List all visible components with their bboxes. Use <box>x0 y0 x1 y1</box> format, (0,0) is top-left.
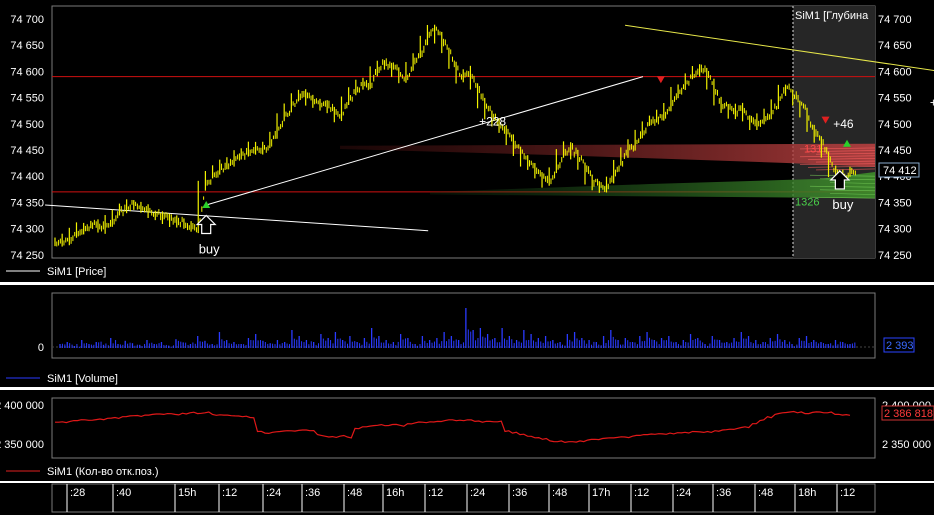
time-tick-label: :48 <box>347 487 362 499</box>
depth-volume-label: 1326 <box>795 196 819 208</box>
price-y-tick-left: 74 700 <box>10 14 44 26</box>
time-tick-label: :48 <box>758 487 773 499</box>
volume-legend: SiM1 [Volume] <box>47 373 118 385</box>
price-panel: SiM1 [Глубина 74 700 74 700 74 650 74 650 74… <box>6 5 934 278</box>
profit-label: +46 <box>833 117 854 131</box>
profit-label: +34 <box>930 95 934 109</box>
oi-y-tick-right: 2 350 000 <box>882 439 931 451</box>
price-y-tick-right: 74 500 <box>878 119 912 131</box>
time-tick-label: :36 <box>716 487 731 499</box>
price-y-tick-left: 74 600 <box>10 66 44 78</box>
time-tick-label: :12 <box>634 487 649 499</box>
volume-plot-border <box>51 292 876 359</box>
price-y-tick-right: 74 450 <box>878 145 912 157</box>
volume-panel: 0 2 393 SiM1 [Volume] <box>6 292 915 385</box>
time-tick-label: 17h <box>592 487 610 499</box>
price-y-tick-right: 74 650 <box>878 40 912 52</box>
panel-separator-1 <box>0 282 934 285</box>
time-tick-label: :28 <box>70 487 85 499</box>
price-y-tick-left: 74 500 <box>10 119 44 131</box>
time-tick-label: :12 <box>428 487 443 499</box>
price-y-tick-left: 74 250 <box>10 250 44 262</box>
price-y-tick-right: 74 250 <box>878 250 912 262</box>
depth-volume-label: 131 <box>804 143 822 155</box>
buy-label: buy <box>832 197 853 212</box>
time-tick-label: 15h <box>178 487 196 499</box>
price-y-tick-left: 74 350 <box>10 197 44 209</box>
depth-panel-bg <box>793 6 875 258</box>
price-legend: SiM1 [Price] <box>47 266 106 278</box>
time-tick-label: :24 <box>266 487 281 499</box>
time-tick-label: :12 <box>840 487 855 499</box>
trading-chart: SiM1 [Глубина 74 700 74 700 74 650 74 650 74… <box>0 5 934 513</box>
time-tick-label: :36 <box>512 487 527 499</box>
price-y-tick-left: 74 400 <box>10 171 44 183</box>
price-y-tick-right: 74 300 <box>878 224 912 236</box>
panel-separator-2 <box>0 387 934 390</box>
time-tick-label: :40 <box>116 487 131 499</box>
oi-y-tick-left: 2 400 000 <box>0 400 44 412</box>
time-tick-label: :36 <box>305 487 320 499</box>
panel-separator-3 <box>0 481 934 483</box>
time-tick-label: :24 <box>676 487 691 499</box>
current-price-label: 74 412 <box>883 165 917 177</box>
price-y-tick-left: 74 650 <box>10 40 44 52</box>
depth-panel-title: SiM1 [Глубина <box>795 10 869 22</box>
price-y-tick-right: 74 350 <box>878 197 912 209</box>
time-tick-label: 16h <box>386 487 404 499</box>
oi-legend: SiM1 (Кол-во отк.поз.) <box>47 466 159 478</box>
oi-plot-border <box>51 397 876 459</box>
profit-label: +228 <box>479 115 506 129</box>
time-tick-label: 18h <box>798 487 816 499</box>
time-tick-label: :48 <box>552 487 567 499</box>
price-y-tick-right: 74 550 <box>878 93 912 105</box>
time-tick-label: :24 <box>470 487 485 499</box>
buy-label: buy <box>199 242 220 257</box>
price-y-tick-left: 74 450 <box>10 145 44 157</box>
time-tick-label: :12 <box>222 487 237 499</box>
price-y-tick-left: 74 550 <box>10 93 44 105</box>
price-y-tick-right: 74 700 <box>878 14 912 26</box>
price-y-tick-right: 74 600 <box>878 66 912 78</box>
oi-y-tick-left: 2 350 000 <box>0 439 44 451</box>
open-interest-panel: 2 400 0002 400 0002 350 0002 350 000 2 3… <box>0 397 934 478</box>
time-axis: :28 :40 15h :12 :24 :36 :48 16h :12 :24 :36 :48 17h:… <box>51 483 876 513</box>
oi-last-label: 2 386 818 <box>884 408 933 420</box>
price-y-tick-left: 74 300 <box>10 224 44 236</box>
volume-last-label: 2 393 <box>886 340 914 352</box>
volume-zero-tick: 0 <box>38 342 44 354</box>
